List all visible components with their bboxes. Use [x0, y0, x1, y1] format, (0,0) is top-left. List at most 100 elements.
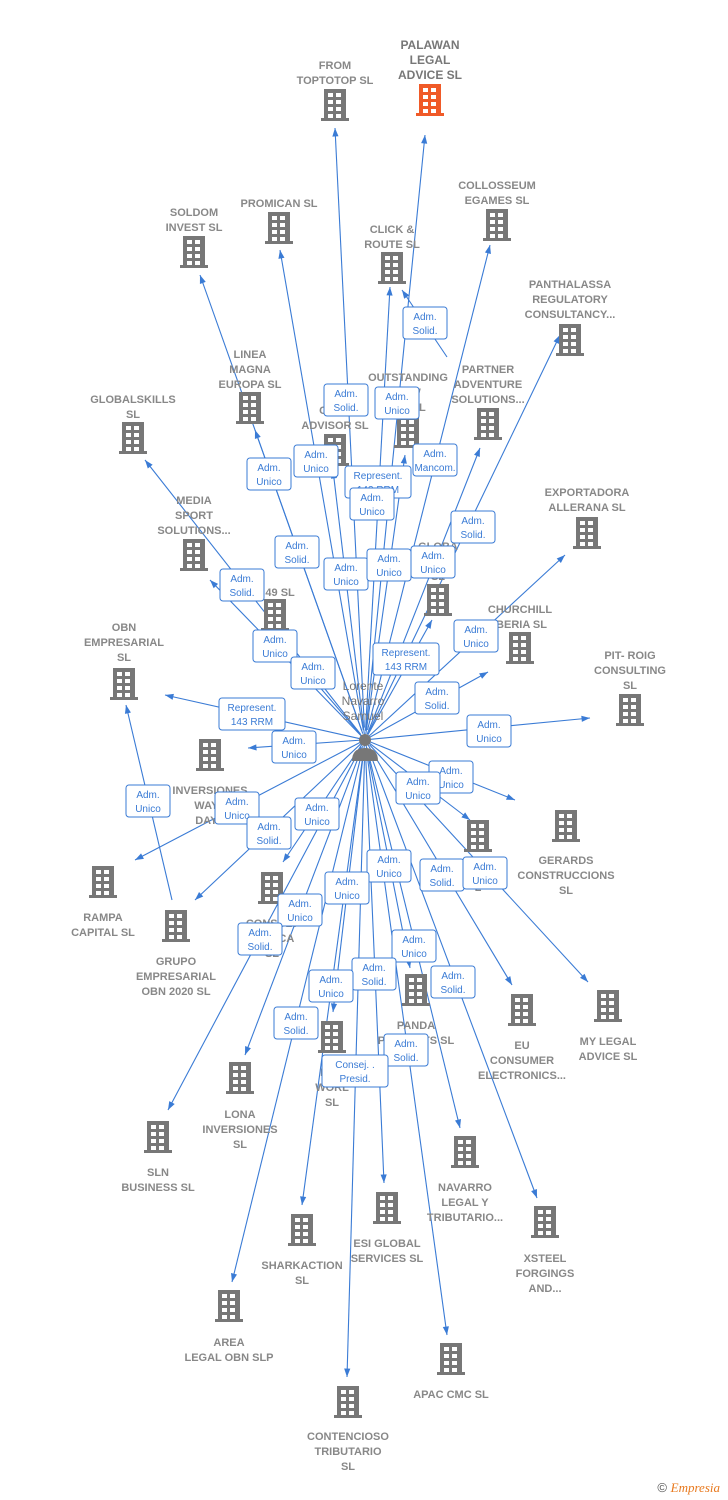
- company-name: INVEST SL: [166, 222, 223, 234]
- company-name: GERARDS: [538, 855, 593, 867]
- edge-label[interactable]: Adm. Mancom.: [412, 443, 458, 477]
- edge-label[interactable]: Adm. Unico: [324, 871, 370, 905]
- building-icon: [378, 252, 406, 284]
- company-node[interactable]: PARTNER ADVENTURE SOLUTIONS...: [451, 364, 525, 440]
- edge-label[interactable]: Adm. Unico: [294, 797, 340, 831]
- role-text: Adm.: [406, 777, 429, 788]
- company-name: TOPTOTOP SL: [297, 75, 374, 87]
- arrowhead-icon: [479, 672, 488, 679]
- edge-label[interactable]: Adm. Solid.: [323, 383, 369, 417]
- role-text: Solid.: [424, 701, 449, 712]
- edge-label[interactable]: Adm. Unico: [453, 619, 499, 653]
- edge-label[interactable]: Consej. . Presid.: [321, 1054, 389, 1088]
- company-name: MY LEGAL: [580, 1036, 637, 1048]
- edge-label[interactable]: Adm. Unico: [366, 849, 412, 883]
- role-text: Solid.: [247, 942, 272, 953]
- company-node[interactable]: PIT- ROIG CONSULTING SL: [594, 650, 666, 726]
- edge-label[interactable]: Adm. Solid.: [219, 568, 265, 602]
- edge-label[interactable]: Adm. Unico: [271, 730, 317, 764]
- company-node[interactable]: OBN EMPRESARIAL SL: [84, 622, 164, 700]
- company-node[interactable]: SHARKACTION SL: [261, 1214, 343, 1287]
- company-name: PALAWAN: [400, 38, 459, 52]
- edge-label[interactable]: Adm. Solid.: [246, 816, 292, 850]
- brand-logo[interactable]: Empresia: [671, 1480, 720, 1495]
- edge-label[interactable]: Adm. Unico: [466, 714, 512, 748]
- role-text: Solid.: [284, 555, 309, 566]
- company-node[interactable]: GRUPO EMPRESARIAL OBN 2020 SL: [136, 910, 216, 998]
- arrowhead-icon: [442, 1326, 449, 1335]
- edge-label[interactable]: Adm. Solid.: [419, 858, 465, 892]
- company-node[interactable]: NAVARRO LEGAL Y TRIBUTARIO...: [427, 1136, 503, 1224]
- company-node[interactable]: LINEA MAGNA EUROPA SL: [219, 349, 282, 424]
- edge-label[interactable]: Adm. Unico: [252, 629, 298, 663]
- edge-label[interactable]: Adm. Unico: [290, 656, 336, 690]
- company-node[interactable]: SLN BUSINESS SL: [121, 1121, 195, 1194]
- arrowhead-icon: [283, 853, 291, 862]
- edge-label[interactable]: Adm. Solid.: [383, 1033, 429, 1067]
- edge-label[interactable]: Adm. Solid.: [351, 957, 397, 991]
- edge-label[interactable]: Adm. Unico: [366, 548, 412, 582]
- edge-label[interactable]: Adm. Unico: [349, 487, 395, 521]
- building-icon: [506, 632, 534, 664]
- company-node[interactable]: XSTEEL FORGINGS AND...: [516, 1206, 575, 1295]
- company-node[interactable]: LONA INVERSIONES SL: [202, 1062, 278, 1151]
- role-text: Adm.: [425, 687, 448, 698]
- company-node[interactable]: COLLOSSEUM EGAMES SL: [458, 180, 536, 241]
- arrowhead-icon: [145, 460, 153, 469]
- company-node[interactable]: SOLDOM INVEST SL: [166, 207, 223, 268]
- role-text: Adm.: [439, 766, 462, 777]
- role-text: Unico: [333, 577, 359, 588]
- role-text: Adm.: [473, 862, 496, 873]
- edge-label[interactable]: Adm. Unico: [462, 856, 508, 890]
- company-node[interactable]: AREA LEGAL OBN SLP: [184, 1290, 274, 1364]
- company-node[interactable]: MY LEGAL ADVICE SL: [579, 990, 638, 1063]
- edge-label[interactable]: Adm. Unico: [410, 545, 456, 579]
- edge-label[interactable]: Adm. Unico: [293, 444, 339, 478]
- role-text: Solid.: [412, 326, 437, 337]
- edge-label[interactable]: Adm. Unico: [125, 784, 171, 818]
- edge-label[interactable]: Represent. 143 RRM: [218, 697, 286, 731]
- company-node[interactable]: PALAWANLEGALADVICE SL: [398, 38, 462, 116]
- edge-label[interactable]: Adm. Solid.: [273, 1006, 319, 1040]
- edge-label[interactable]: Adm. Solid.: [274, 535, 320, 569]
- company-node[interactable]: CLICK & ROUTE SL: [364, 224, 420, 284]
- edge-label[interactable]: Adm. Solid.: [450, 510, 496, 544]
- company-name: CONTENCIOSO: [307, 1431, 389, 1443]
- company-node[interactable]: MEDIA SPORT SOLUTIONS...: [157, 495, 231, 571]
- company-node[interactable]: EXPORTADORA ALLERANA SL: [545, 487, 630, 549]
- edge-label[interactable]: Adm. Unico: [391, 929, 437, 963]
- role-text: Adm.: [441, 971, 464, 982]
- company-node[interactable]: FROM TOPTOTOP SL: [297, 60, 374, 121]
- company-node[interactable]: PANTHALASSA REGULATORY CONSULTANCY...: [525, 279, 616, 356]
- building-icon: [236, 392, 264, 424]
- role-text: Unico: [300, 676, 326, 687]
- edge-label[interactable]: Adm. Solid.: [414, 681, 460, 715]
- company-node[interactable]: APAC CMC SL: [413, 1343, 489, 1401]
- edge-label[interactable]: Adm. Unico: [395, 771, 441, 805]
- edge-label[interactable]: Adm. Solid.: [430, 965, 476, 999]
- edge-label[interactable]: Adm. Unico: [323, 557, 369, 591]
- edge-label[interactable]: Adm. Unico: [374, 386, 420, 420]
- edge-label[interactable]: Adm. Unico: [246, 457, 292, 491]
- company-name: ROUTE SL: [364, 239, 420, 251]
- company-node[interactable]: ESI GLOBAL SERVICES SL: [351, 1192, 424, 1265]
- role-text: Adm.: [421, 551, 444, 562]
- role-text: Adm.: [257, 463, 280, 474]
- company-node[interactable]: PROMICAN SL: [241, 198, 318, 244]
- edge-label[interactable]: Adm. Solid.: [237, 922, 283, 956]
- company-node[interactable]: CONTENCIOSO TRIBUTARIO SL: [307, 1386, 389, 1473]
- company-name: PANTHALASSA: [529, 279, 611, 291]
- edge-label[interactable]: Adm. Unico: [277, 893, 323, 927]
- company-name: SPORT: [175, 510, 213, 522]
- company-name: CONSULTING: [594, 665, 666, 677]
- company-node[interactable]: EU CONSUMER ELECTRONICS...: [478, 994, 566, 1082]
- company-node[interactable]: GLOBALSKILLS SL: [90, 394, 176, 454]
- company-name: EUROPA SL: [219, 379, 282, 391]
- company-name: APAC CMC SL: [413, 1389, 489, 1401]
- edge-label[interactable]: Represent. 143 RRM: [372, 642, 440, 676]
- company-node[interactable]: RAMPA CAPITAL SL: [71, 866, 135, 939]
- company-node[interactable]: GERARDS CONSTRUCCIONS SL: [517, 810, 615, 897]
- edge-label[interactable]: Adm. Unico: [308, 969, 354, 1003]
- edge-label[interactable]: Adm. Solid.: [402, 306, 448, 340]
- company-name: CLICK &: [370, 224, 415, 236]
